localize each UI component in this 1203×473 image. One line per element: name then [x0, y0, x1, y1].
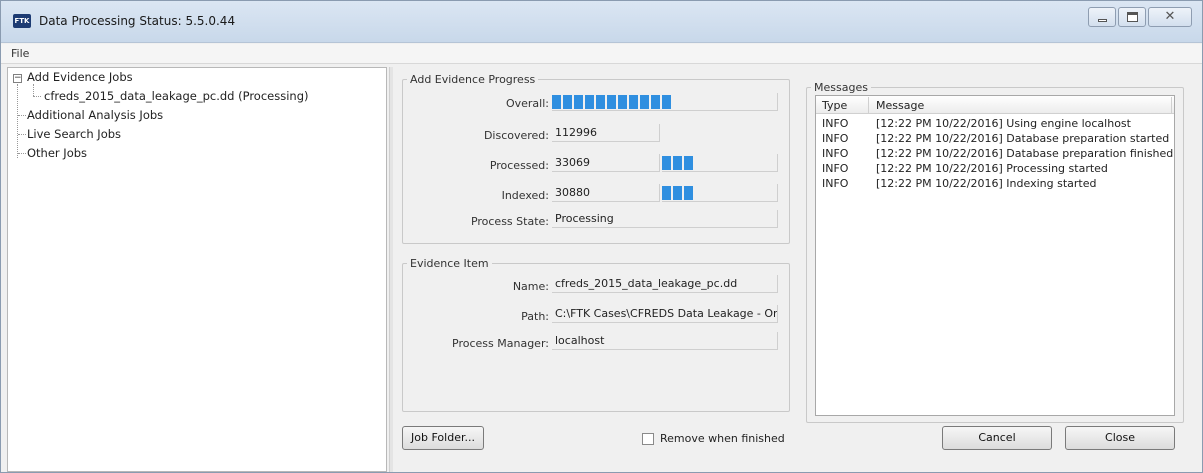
tree-guide-line [33, 96, 41, 97]
evidence-name-label: Name: [512, 280, 549, 293]
indexed-progress-bar [662, 184, 778, 202]
evidence-path-label: Path: [521, 310, 549, 323]
group-title: Evidence Item [410, 257, 489, 270]
ftk-app-icon: FTK [13, 14, 31, 28]
process-manager-label: Process Manager: [452, 337, 549, 350]
window-title: Data Processing Status: 5.5.0.44 [39, 14, 236, 28]
overall-progress-bar [552, 93, 778, 111]
title-bar: FTK Data Processing Status: 5.5.0.44 ✕ [1, 1, 1202, 43]
indexed-value: 30880 [552, 184, 660, 202]
overall-progress-fill [552, 95, 671, 109]
close-icon: ✕ [1164, 9, 1176, 24]
tree-item-add-evidence-jobs[interactable]: Add Evidence Jobs [27, 70, 133, 84]
tree-item-additional-analysis-jobs[interactable]: Additional Analysis Jobs [27, 108, 163, 122]
process-state-label: Process State: [470, 215, 549, 228]
messages-list[interactable]: Type Message INFO [12:22 PM 10/22/2016] … [815, 95, 1175, 416]
tree-item-evidence-processing[interactable]: cfreds_2015_data_leakage_pc.dd (Processi… [44, 89, 309, 103]
remove-when-finished-checkbox[interactable] [642, 433, 654, 445]
processed-value: 33069 [552, 154, 660, 172]
evidence-name-value: cfreds_2015_data_leakage_pc.dd [552, 275, 778, 293]
column-header-message[interactable]: Message [876, 99, 924, 112]
overall-label: Overall: [505, 97, 549, 110]
process-manager-value: localhost [552, 332, 778, 350]
processed-progress-bar [662, 154, 778, 172]
column-header-type[interactable]: Type [822, 99, 847, 112]
message-text: [12:22 PM 10/22/2016] Using engine local… [876, 117, 1131, 130]
remove-when-finished-label[interactable]: Remove when finished [660, 432, 785, 445]
menu-file[interactable]: File [11, 47, 29, 60]
tree-guide-line [18, 115, 26, 116]
evidence-path-value: C:\FTK Cases\CFREDS Data Leakage - Origi… [552, 305, 778, 323]
tree-guide-line [33, 84, 34, 96]
group-title: Add Evidence Progress [410, 73, 536, 86]
tree-guide-line [18, 134, 26, 135]
maximize-button[interactable] [1118, 7, 1146, 27]
message-row[interactable]: INFO [12:22 PM 10/22/2016] Using engine … [816, 117, 1174, 132]
column-separator[interactable] [1171, 97, 1172, 113]
discovered-value: 112996 [552, 124, 660, 142]
menu-bar: File [1, 44, 1202, 64]
tree-guide-line [17, 84, 18, 158]
message-row[interactable]: INFO [12:22 PM 10/22/2016] Processing st… [816, 162, 1174, 177]
message-row[interactable]: INFO [12:22 PM 10/22/2016] Indexing star… [816, 177, 1174, 192]
message-row[interactable]: INFO [12:22 PM 10/22/2016] Database prep… [816, 147, 1174, 162]
jobs-tree[interactable]: − Add Evidence Jobs cfreds_2015_data_lea… [7, 67, 387, 472]
processed-label: Processed: [489, 159, 549, 172]
tree-item-live-search-jobs[interactable]: Live Search Jobs [27, 127, 121, 141]
messages-header: Type Message [816, 96, 1174, 114]
maximize-icon [1127, 12, 1138, 22]
data-processing-status-window: FTK Data Processing Status: 5.5.0.44 ✕ F… [0, 0, 1203, 473]
discovered-label: Discovered: [483, 129, 549, 142]
message-text: [12:22 PM 10/22/2016] Indexing started [876, 177, 1097, 190]
caption-buttons: ✕ [1088, 7, 1192, 27]
message-type: INFO [822, 132, 849, 145]
panel-splitter[interactable] [389, 67, 393, 472]
message-type: INFO [822, 177, 849, 190]
close-button[interactable]: Close [1065, 426, 1175, 450]
minimize-icon [1098, 19, 1107, 22]
tree-item-other-jobs[interactable]: Other Jobs [27, 146, 87, 160]
collapse-icon[interactable]: − [13, 74, 22, 83]
indexed-progress-fill [662, 186, 693, 200]
message-row[interactable]: INFO [12:22 PM 10/22/2016] Database prep… [816, 132, 1174, 147]
process-state-value: Processing [552, 210, 778, 228]
message-type: INFO [822, 162, 849, 175]
processed-progress-fill [662, 156, 695, 170]
cancel-button[interactable]: Cancel [942, 426, 1052, 450]
message-type: INFO [822, 147, 849, 160]
indexed-label: Indexed: [501, 189, 549, 202]
column-separator[interactable] [868, 97, 869, 113]
group-title: Messages [814, 81, 868, 94]
message-text: [12:22 PM 10/22/2016] Database preparati… [876, 132, 1170, 145]
tree-guide-line [18, 153, 26, 154]
minimize-button[interactable] [1088, 7, 1116, 27]
message-text: [12:22 PM 10/22/2016] Database preparati… [876, 147, 1174, 160]
job-folder-button[interactable]: Job Folder... [402, 426, 484, 450]
message-text: [12:22 PM 10/22/2016] Processing started [876, 162, 1108, 175]
message-type: INFO [822, 117, 849, 130]
close-window-button[interactable]: ✕ [1148, 7, 1192, 27]
